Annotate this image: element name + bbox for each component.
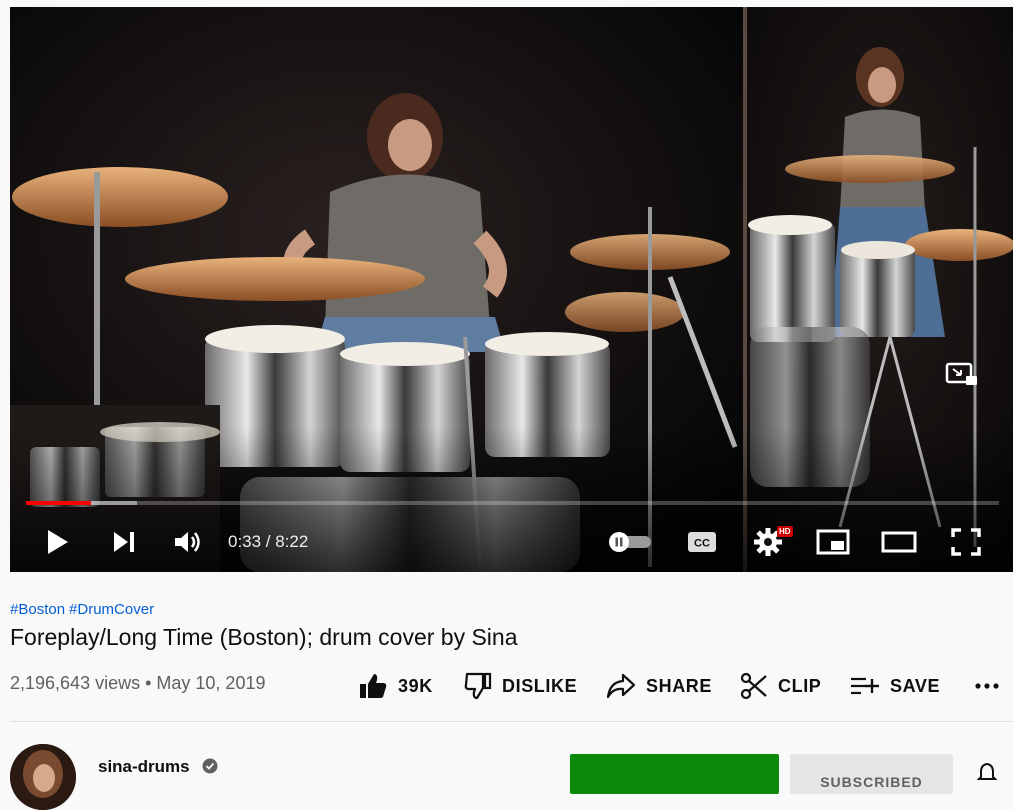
progress-played [26,501,92,505]
hashtag-link[interactable]: #DrumCover [69,601,154,618]
like-button[interactable]: 39K [358,670,433,702]
dislike-button[interactable]: DISLIKE [464,670,577,702]
fullscreen-button[interactable] [948,520,984,564]
miniplayer-button[interactable] [815,520,851,564]
player-controls: 0:33 / 8:22 CC HD [10,512,1013,572]
hashtag-link[interactable]: #Boston [10,601,65,618]
play-button[interactable] [40,520,76,564]
action-bar: 39K DISLIKE SHARE CLIP SAVE [0,670,1013,702]
theater-icon [881,531,917,553]
next-icon [114,532,134,552]
playlist-add-icon [851,677,879,695]
share-overlay-icon[interactable] [944,361,980,389]
join-button[interactable] [570,754,779,794]
video-title: Foreplay/Long Time (Boston); drum cover … [10,624,518,650]
video-player[interactable]: 0:33 / 8:22 CC HD [10,7,1013,572]
channel-avatar[interactable] [10,744,76,810]
theater-button[interactable] [880,520,918,564]
video-frame [10,7,1013,572]
next-button[interactable] [106,520,142,564]
autoplay-toggle-icon [609,532,651,552]
share-label: SHARE [646,675,713,696]
volume-icon [175,532,200,552]
hd-badge: HD [777,526,793,537]
share-icon [606,673,636,699]
save-button[interactable]: SAVE [850,670,940,702]
channel-name[interactable]: sina-drums [98,757,190,777]
subscribe-button[interactable]: SUBSCRIBED [790,754,953,794]
verified-check-icon [202,758,218,779]
save-label: SAVE [890,675,941,696]
fullscreen-icon [951,528,981,556]
like-count: 39K [398,675,433,696]
autoplay-toggle[interactable] [606,520,654,564]
progress-bar[interactable] [26,501,999,505]
scissors-icon [740,672,767,700]
captions-button[interactable]: CC [684,520,720,564]
bell-icon[interactable] [976,762,998,789]
thumbs-down-icon [464,672,492,700]
clip-button[interactable]: CLIP [740,670,821,702]
time-display: 0:33 / 8:22 [228,532,309,551]
dislike-label: DISLIKE [502,675,578,696]
miniplayer-icon [816,529,850,555]
section-divider [10,721,1013,722]
play-icon [48,530,68,554]
svg-text:CC: CC [694,538,710,550]
thumbs-up-icon [360,674,387,698]
more-icon [975,683,999,689]
share-button[interactable]: SHARE [606,670,712,702]
more-actions-button[interactable] [974,670,1010,702]
volume-button[interactable] [170,520,206,564]
clip-label: CLIP [778,675,822,696]
cc-icon: CC [688,532,716,552]
hashtags: #Boston #DrumCover [10,601,158,618]
